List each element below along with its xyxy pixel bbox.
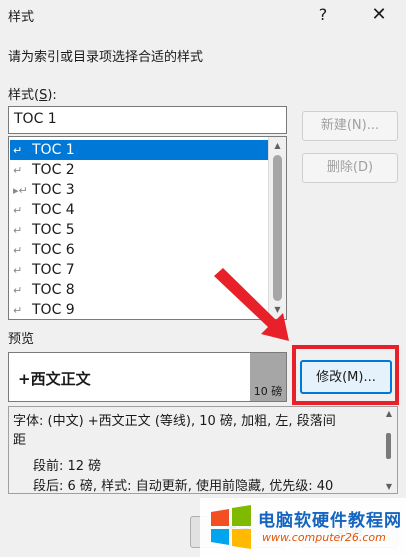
description-line: 字体: (中文) +西文正文 (等线), 10 磅, 加粗, 左, 段落间	[13, 414, 336, 429]
style-list-item-label: TOC 9	[32, 302, 75, 318]
help-button[interactable]: ?	[308, 2, 338, 28]
description-line: 段后: 6 磅, 样式: 自动更新, 使用前隐藏, 优先级: 40	[33, 479, 334, 494]
modify-button[interactable]: 修改(M)...	[300, 360, 392, 394]
description-line: 距	[13, 433, 27, 448]
instruction-text: 请为索引或目录项选择合适的样式	[8, 50, 204, 65]
style-list-item[interactable]: ↵ TOC 8	[10, 280, 268, 300]
desc-scroll-up-icon[interactable]: ▲	[381, 409, 397, 418]
style-list-item[interactable]: ↵ TOC 2	[10, 160, 268, 180]
paragraph-mark-icon: ↵	[13, 284, 23, 297]
scroll-thumb[interactable]	[273, 155, 282, 301]
scroll-down-icon[interactable]: ▼	[269, 302, 286, 318]
description-scrollbar[interactable]: ▲ ▼	[381, 407, 397, 493]
watermark-url: www.computer26.com	[262, 531, 386, 544]
style-list-item[interactable]: ▸↵ TOC 3	[10, 180, 268, 200]
new-button[interactable]: 新建(N)...	[302, 111, 398, 141]
style-list-item[interactable]: ↵ TOC 7	[10, 260, 268, 280]
style-list-item-label: TOC 2	[32, 162, 75, 178]
preview-size: 10 磅	[250, 353, 286, 401]
style-list-item-label: TOC 7	[32, 262, 75, 278]
style-list-item-label: TOC 5	[32, 222, 75, 238]
paragraph-mark-icon: ↵	[13, 144, 23, 157]
style-list-item-label: TOC 3	[32, 182, 75, 198]
desc-scroll-thumb[interactable]	[386, 433, 391, 459]
paragraph-mark-icon: ↵	[13, 204, 23, 217]
paragraph-mark-icon: ▸↵	[13, 184, 28, 197]
style-list-item-label: TOC 8	[32, 282, 75, 298]
delete-button[interactable]: 删除(D)	[302, 153, 398, 183]
paragraph-mark-icon: ↵	[13, 164, 23, 177]
style-list-item[interactable]: ↵ TOC 1	[10, 140, 268, 160]
title-bar: 样式 ? ✕	[0, 0, 406, 32]
scroll-up-icon[interactable]: ▲	[269, 138, 286, 154]
close-button[interactable]: ✕	[362, 2, 396, 28]
description-box: ▲ ▼ 字体: (中文) +西文正文 (等线), 10 磅, 加粗, 左, 段落…	[8, 406, 398, 494]
paragraph-mark-icon: ↵	[13, 244, 23, 257]
style-list-item-label: TOC 4	[32, 202, 75, 218]
style-list-item[interactable]: ↵ TOC 6	[10, 240, 268, 260]
watermark: 电脑软硬件教程网 www.computer26.com	[200, 498, 406, 557]
preview-box: +西文正文 10 磅	[8, 352, 287, 402]
paragraph-mark-icon: ↵	[13, 224, 23, 237]
preview-text: +西文正文	[18, 370, 91, 388]
style-list-scrollbar[interactable]: ▲ ▼	[268, 137, 286, 319]
watermark-title: 电脑软硬件教程网	[258, 511, 402, 531]
style-list[interactable]: ↵ TOC 9 ↵ TOC 8 ↵ TOC 7 ↵ TOC 6 ↵ TOC 5 ↵ TOC 4 ▸↵ TO…	[8, 136, 287, 320]
style-name-input[interactable]: TOC 1	[8, 106, 287, 134]
paragraph-mark-icon: ↵	[13, 264, 23, 277]
styles-label: 样式(S):	[8, 88, 57, 103]
description-line: 段前: 12 磅	[33, 459, 102, 474]
paragraph-mark-icon: ↵	[13, 304, 23, 317]
style-list-item-label: TOC 6	[32, 242, 75, 258]
preview-label: 预览	[8, 332, 35, 347]
style-list-item[interactable]: ↵ TOC 4	[10, 200, 268, 220]
style-list-item-label: TOC 1	[32, 142, 75, 158]
dialog-title: 样式	[8, 10, 35, 25]
style-list-item[interactable]: ↵ TOC 9	[10, 300, 268, 319]
windows-logo-icon	[211, 505, 251, 549]
style-list-item[interactable]: ↵ TOC 5	[10, 220, 268, 240]
desc-scroll-down-icon[interactable]: ▼	[381, 482, 397, 491]
